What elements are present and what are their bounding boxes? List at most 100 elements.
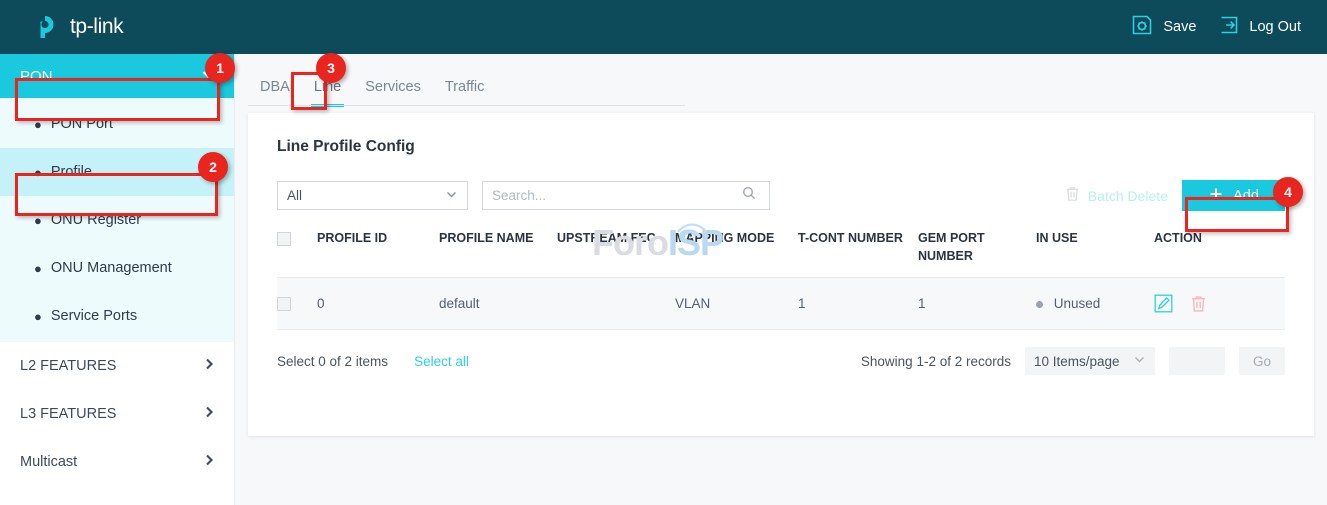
cell-profile-id: 0 — [317, 278, 439, 330]
cell-action — [1154, 278, 1285, 330]
cell-upstream-fec — [557, 278, 675, 330]
bullet-icon: ● — [34, 310, 42, 323]
column-profile-name: PROFILE NAME — [439, 229, 557, 278]
toolbar-actions: Batch Delete Add — [1065, 180, 1285, 211]
sidebar-item-l2-features[interactable]: L2 FEATURES — [0, 342, 234, 390]
table-header: PROFILE ID PROFILE NAME UPSTREAM FEC MAP… — [277, 229, 1285, 278]
sidebar-item-onu-register[interactable]: ● ONU Register — [0, 196, 234, 244]
sidebar-item-label: ONU Register — [51, 212, 141, 228]
plus-icon — [1208, 186, 1224, 206]
table-body: 0 default VLAN 1 1 Unused — [277, 278, 1285, 330]
logout-label: Log Out — [1249, 19, 1301, 35]
selection-count: Select 0 of 2 items — [277, 354, 388, 369]
trash-icon — [1065, 186, 1080, 205]
column-mapping-mode: MAPPING MODE — [675, 229, 798, 278]
sidebar-item-label: Service Ports — [51, 308, 137, 324]
annotation-badge-1: 1 — [205, 53, 235, 83]
cell-mapping-mode: VLAN — [675, 278, 798, 330]
save-button[interactable]: Save — [1130, 13, 1196, 42]
brand-logo[interactable]: tp-link — [32, 12, 123, 42]
sidebar-item-l3-features[interactable]: L3 FEATURES — [0, 390, 234, 438]
status-badge: Unused — [1054, 296, 1101, 311]
cell-gem-port-number: 1 — [918, 278, 1036, 330]
content-card: Line Profile Config All — [248, 113, 1314, 436]
sidebar-item-label: L2 FEATURES — [20, 358, 116, 374]
sidebar-item-label: Profile — [51, 164, 92, 180]
chevron-down-icon — [445, 188, 458, 204]
row-select-cell — [277, 278, 317, 330]
table-toolbar: All — [248, 156, 1314, 211]
tab-dba[interactable]: DBA — [248, 79, 302, 106]
logout-arrow-icon — [1218, 14, 1240, 41]
annotation-badge-2: 2 — [198, 152, 228, 182]
filter-select[interactable]: All — [277, 181, 468, 210]
page-number-input[interactable] — [1169, 347, 1225, 375]
chevron-right-icon — [202, 357, 216, 375]
edit-pencil-icon[interactable] — [1154, 294, 1173, 313]
pagination-controls: Showing 1-2 of 2 records 10 Items/page G… — [861, 347, 1285, 375]
annotation-badge-3: 3 — [316, 53, 346, 83]
delete-trash-icon[interactable] — [1190, 295, 1207, 313]
application-window: tp-link Save — [0, 0, 1327, 505]
batch-delete-button[interactable]: Batch Delete — [1065, 186, 1168, 205]
sidebar-item-onu-management[interactable]: ● ONU Management — [0, 244, 234, 292]
go-button[interactable]: Go — [1239, 347, 1285, 375]
column-profile-id: PROFILE ID — [317, 229, 439, 278]
sidebar-group-pon[interactable]: PON — [0, 54, 234, 98]
column-in-use: IN USE — [1036, 229, 1154, 278]
add-label: Add — [1233, 188, 1259, 204]
status-dot-icon — [1036, 301, 1043, 308]
column-gem-port-number: GEM PORT NUMBER — [918, 229, 1036, 278]
sidebar-navigation: PON ● PON Port ● Profile ● ONU Register … — [0, 54, 235, 505]
select-all-header — [277, 229, 317, 278]
top-header-bar: tp-link Save — [0, 0, 1327, 54]
tab-services[interactable]: Services — [353, 79, 433, 106]
sidebar-group-label: PON — [20, 68, 53, 85]
profile-table: PROFILE ID PROFILE NAME UPSTREAM FEC MAP… — [277, 229, 1285, 330]
sidebar-item-pon-port[interactable]: ● PON Port — [0, 100, 234, 148]
sidebar-item-label: L3 FEATURES — [20, 406, 116, 422]
column-upstream-fec: UPSTREAM FEC — [557, 229, 675, 278]
sidebar-item-label: ONU Management — [51, 260, 172, 276]
chevron-right-icon — [202, 405, 216, 423]
items-per-page-select[interactable]: 10 Items/page — [1025, 347, 1155, 375]
main-content: DBA Line Services Traffic Line Profile C… — [235, 54, 1327, 505]
select-all-checkbox[interactable] — [277, 232, 291, 246]
column-tcont-number: T-CONT NUMBER — [798, 229, 918, 278]
select-all-link[interactable]: Select all — [414, 354, 469, 369]
logout-button[interactable]: Log Out — [1218, 14, 1301, 41]
row-checkbox[interactable] — [277, 297, 291, 311]
table-footer: Select 0 of 2 items Select all Showing 1… — [248, 330, 1314, 375]
bullet-icon: ● — [34, 262, 42, 275]
add-button[interactable]: Add — [1182, 180, 1285, 211]
cell-profile-name: default — [439, 278, 557, 330]
search-input[interactable] — [492, 188, 742, 203]
chevron-right-icon — [202, 453, 216, 471]
page-title: Line Profile Config — [248, 113, 1314, 156]
cell-in-use: Unused — [1036, 278, 1154, 330]
tab-line[interactable]: Line — [302, 79, 353, 106]
bullet-icon: ● — [34, 118, 42, 131]
sidebar-item-label: Multicast — [20, 454, 77, 470]
sidebar-submenu: ● PON Port ● Profile ● ONU Register ● ON… — [0, 98, 234, 342]
sidebar-item-multicast[interactable]: Multicast — [0, 438, 234, 486]
records-info: Showing 1-2 of 2 records — [861, 354, 1011, 369]
sidebar-item-service-ports[interactable]: ● Service Ports — [0, 292, 234, 340]
annotation-badge-4: 4 — [1273, 177, 1303, 207]
save-label: Save — [1163, 19, 1196, 35]
batch-delete-label: Batch Delete — [1088, 188, 1168, 204]
tab-traffic[interactable]: Traffic — [433, 79, 496, 106]
bullet-icon: ● — [34, 166, 42, 179]
brand-name: tp-link — [70, 15, 123, 39]
column-action: ACTION — [1154, 229, 1285, 278]
tab-bar: DBA Line Services Traffic — [235, 54, 1327, 106]
search-box[interactable] — [482, 181, 770, 210]
table-row[interactable]: 0 default VLAN 1 1 Unused — [277, 278, 1285, 330]
search-icon[interactable] — [742, 186, 756, 205]
sidebar-item-label: PON Port — [51, 116, 113, 132]
header-actions: Save Log Out — [1130, 13, 1301, 42]
cell-tcont-number: 1 — [798, 278, 918, 330]
filter-select-value: All — [287, 188, 302, 203]
tplink-logo-icon — [32, 12, 62, 42]
bullet-icon: ● — [34, 214, 42, 227]
